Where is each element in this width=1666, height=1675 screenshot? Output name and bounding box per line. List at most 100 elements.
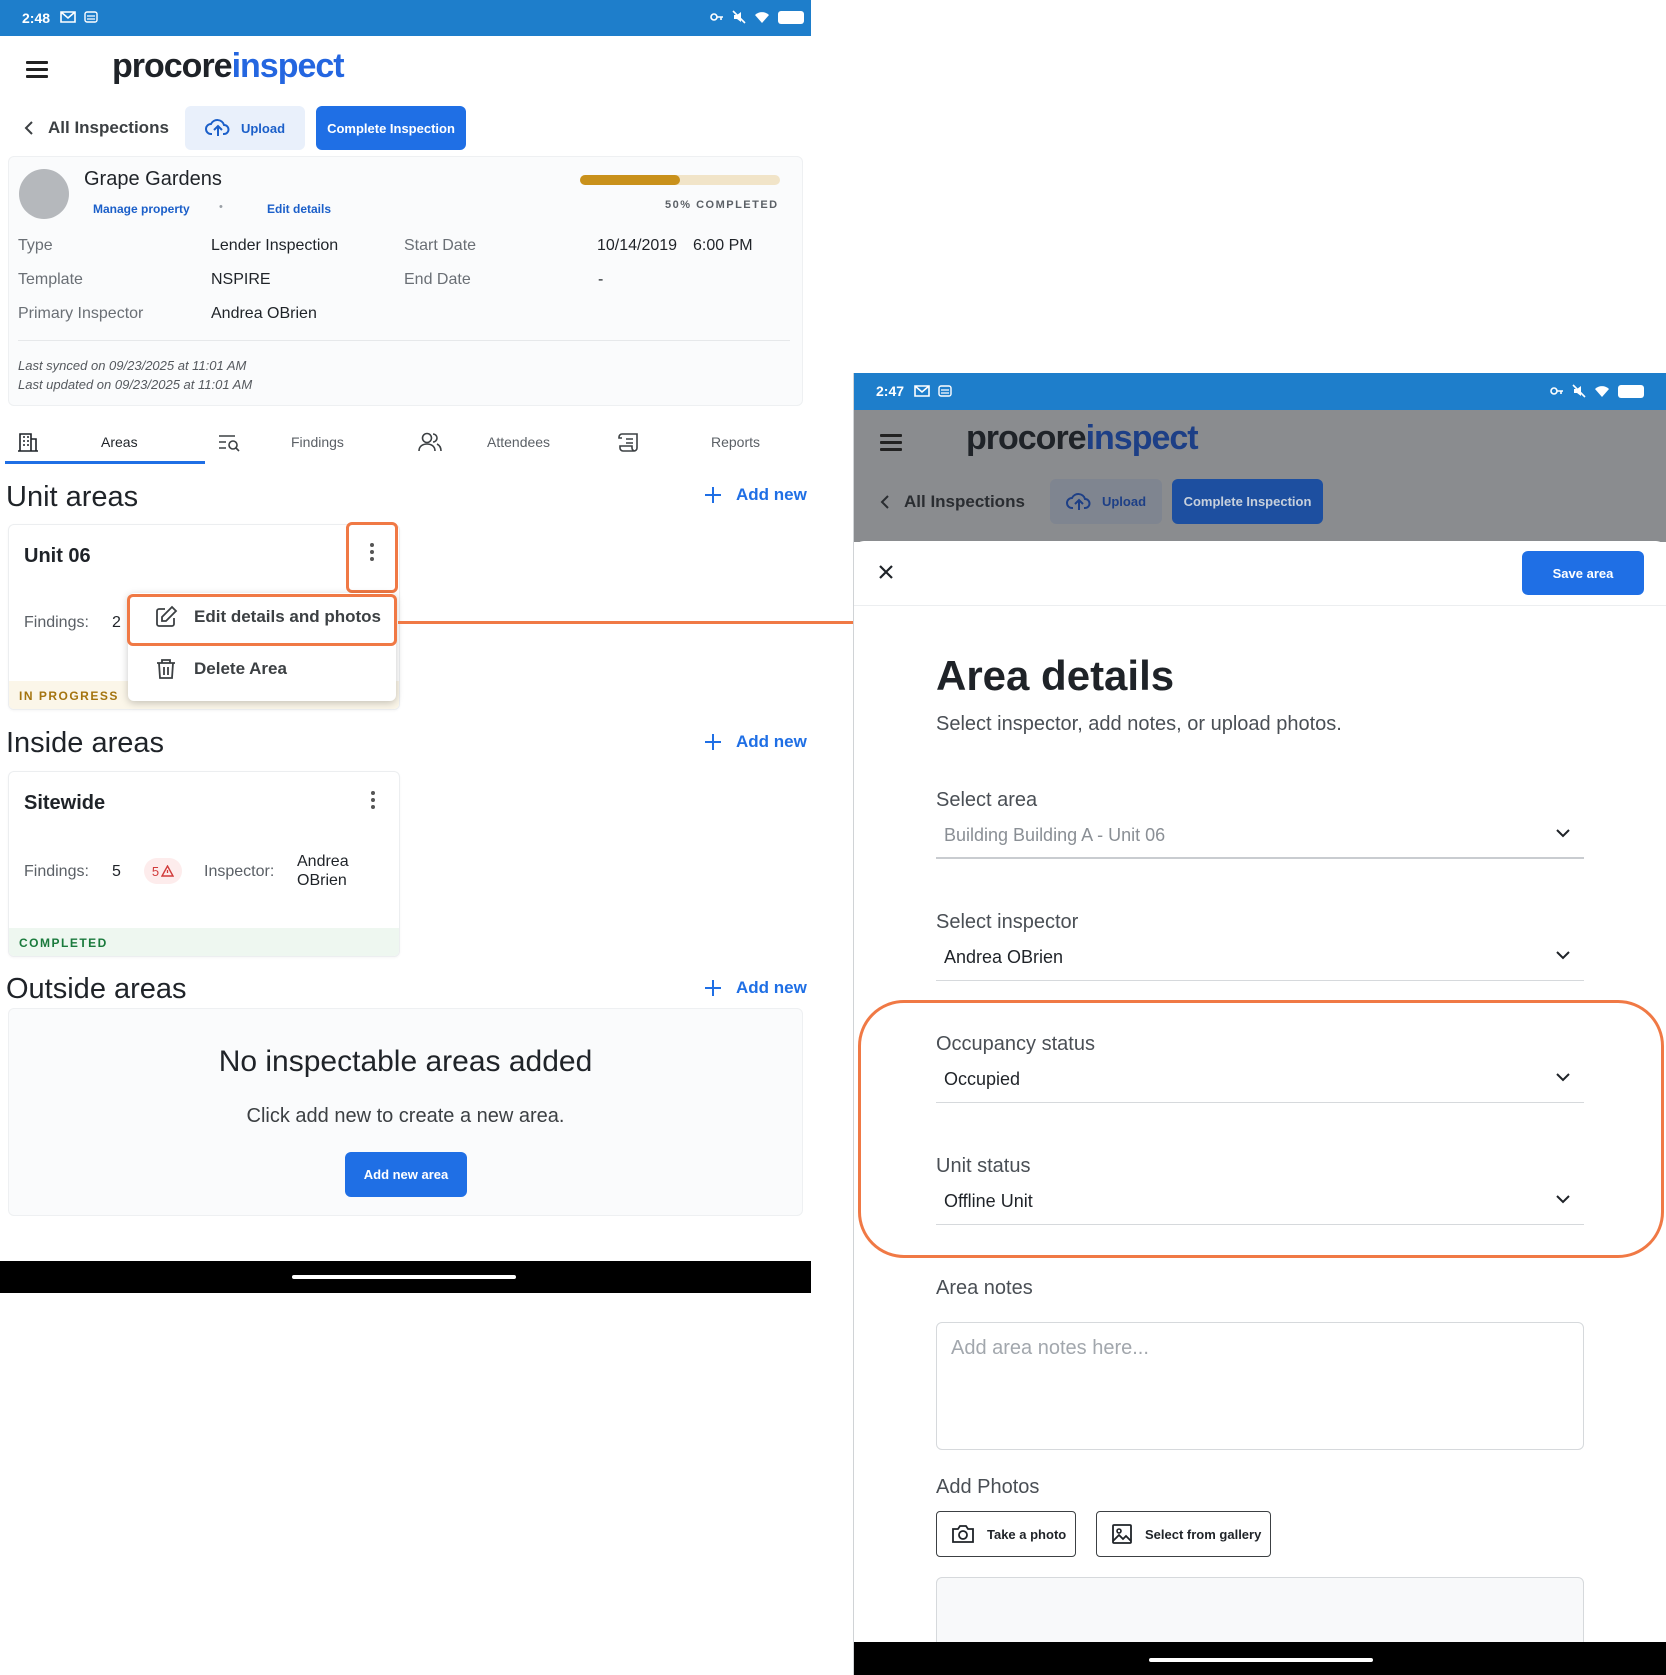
inspection-screen: 2:48 procoreinspect All Inspections Uplo…: [0, 0, 811, 1300]
dimmed-header: procoreinspect All Inspections Upload Co…: [854, 410, 1666, 542]
edit-details-link[interactable]: Edit details: [267, 202, 331, 216]
last-synced: Last synced on 09/23/2025 at 11:01 AM: [18, 358, 247, 373]
home-indicator[interactable]: [292, 1275, 516, 1279]
battery-icon: [778, 10, 804, 24]
empty-title: No inspectable areas added: [218, 1045, 593, 1078]
save-area-button[interactable]: Save area: [1522, 551, 1644, 595]
back-to-inspections: All Inspections: [880, 492, 1025, 512]
divider: [18, 340, 790, 341]
image-icon: [1111, 1523, 1133, 1545]
take-photo-button[interactable]: Take a photo: [936, 1511, 1076, 1557]
status-time: 2:48: [22, 10, 51, 26]
separator-dot: •: [219, 201, 223, 213]
nav-bar: [0, 1261, 811, 1293]
end-date-value: -: [598, 271, 604, 288]
mail-icon: [914, 384, 930, 398]
nav-bar: [854, 1642, 1666, 1675]
progress-text: 50% COMPLETED: [665, 199, 779, 211]
wifi-icon: [754, 11, 770, 24]
highlight-kebab: [346, 522, 398, 593]
tab-findings[interactable]: Findings: [217, 420, 407, 464]
menu-icon: [880, 434, 902, 451]
tab-reports[interactable]: Reports: [617, 420, 807, 464]
tab-areas[interactable]: Areas: [17, 420, 207, 464]
chevron-down-icon: [1556, 829, 1570, 838]
upload-button: Upload: [1050, 479, 1162, 524]
app-logo: procoreinspect: [112, 47, 345, 85]
building-icon: [17, 431, 39, 453]
type-label: Type: [18, 237, 53, 254]
last-updated: Last updated on 09/23/2025 at 11:01 AM: [18, 377, 253, 392]
inside-areas-title: Inside areas: [6, 727, 164, 759]
wifi-icon: [1594, 385, 1610, 398]
card-icon: [84, 11, 98, 23]
add-photos-label: Add Photos: [936, 1476, 1040, 1498]
add-new-inside-area[interactable]: Add new: [704, 732, 807, 752]
add-new-outside-area[interactable]: Add new: [704, 978, 807, 998]
start-date-label: Start Date: [404, 237, 477, 254]
back-to-inspections[interactable]: All Inspections: [24, 118, 169, 138]
plus-icon: [704, 979, 722, 997]
start-time-value: 6:00 PM: [693, 237, 753, 254]
area-details-screen: 2:47 procoreinspect All Inspections Uplo…: [853, 373, 1666, 1675]
add-new-area-button[interactable]: Add new area: [345, 1152, 467, 1197]
mail-icon: [60, 10, 76, 24]
primary-inspector-value: Andrea OBrien: [211, 305, 317, 322]
tab-attendees[interactable]: Attendees: [417, 420, 607, 464]
camera-icon: [951, 1524, 975, 1544]
more-options-icon[interactable]: [370, 791, 376, 811]
type-value: Lender Inspection: [211, 237, 339, 254]
inspector-last: OBrien: [297, 872, 347, 889]
divider: [854, 605, 1666, 606]
upload-button[interactable]: Upload: [185, 106, 305, 150]
primary-inspector-label: Primary Inspector: [18, 305, 144, 322]
home-indicator[interactable]: [1149, 1658, 1373, 1662]
menu-icon[interactable]: [26, 61, 48, 78]
mute-icon: [1572, 384, 1586, 398]
inspector-label: Inspector:: [204, 863, 275, 880]
add-new-unit-area[interactable]: Add new: [704, 485, 807, 505]
select-inspector-dropdown[interactable]: Andrea OBrien: [936, 935, 1584, 981]
close-icon[interactable]: [878, 564, 894, 580]
page-title: Area details: [936, 652, 1175, 699]
findings-label: Findings:: [24, 614, 89, 631]
alert-badge: 5: [144, 858, 182, 884]
chevron-left-icon: [24, 120, 34, 136]
annotation-arrow: [398, 621, 887, 624]
warning-icon: [161, 865, 175, 877]
status-bar: 2:48: [0, 0, 811, 36]
vpn-key-icon: [710, 12, 724, 22]
mute-icon: [732, 10, 746, 24]
property-name: Grape Gardens: [84, 168, 222, 190]
plus-icon: [704, 733, 722, 751]
manage-property-link[interactable]: Manage property: [93, 202, 190, 216]
outside-areas-title: Outside areas: [6, 973, 187, 1005]
area-notes-input[interactable]: Add area notes here...: [936, 1322, 1584, 1450]
select-area-dropdown[interactable]: Building Building A - Unit 06: [936, 813, 1584, 859]
tab-bar: Areas Findings Attendees Reports: [5, 420, 811, 464]
highlight-status-fields: [858, 1000, 1664, 1258]
page-subtitle: Select inspector, add notes, or upload p…: [936, 713, 1342, 735]
menu-delete-area[interactable]: Delete Area: [128, 645, 396, 693]
chevron-down-icon: [1556, 951, 1570, 960]
area-name: Unit 06: [24, 545, 91, 567]
complete-inspection-button[interactable]: Complete Inspection: [316, 106, 466, 150]
template-label: Template: [18, 271, 83, 288]
people-icon: [417, 431, 443, 453]
app-logo: procoreinspect: [966, 419, 1199, 457]
select-gallery-button[interactable]: Select from gallery: [1096, 1511, 1271, 1557]
scroll-icon: [617, 432, 641, 452]
trash-icon: [154, 657, 178, 681]
findings-value: 5: [112, 863, 121, 880]
highlight-edit-item: [127, 594, 397, 646]
cloud-upload-icon: [1066, 492, 1092, 512]
empty-state: No inspectable areas added Click add new…: [8, 1008, 803, 1216]
unit-areas-title: Unit areas: [6, 481, 139, 513]
progress-bar: [580, 175, 780, 185]
progress-fill: [580, 175, 680, 185]
cloud-upload-icon: [205, 118, 231, 138]
template-value: NSPIRE: [211, 271, 271, 288]
empty-subtitle: Click add new to create a new area.: [246, 1105, 565, 1127]
complete-inspection-button: Complete Inspection: [1172, 479, 1323, 524]
area-card-sitewide[interactable]: Sitewide Findings: 5 5 Inspector: Andrea…: [8, 771, 400, 957]
